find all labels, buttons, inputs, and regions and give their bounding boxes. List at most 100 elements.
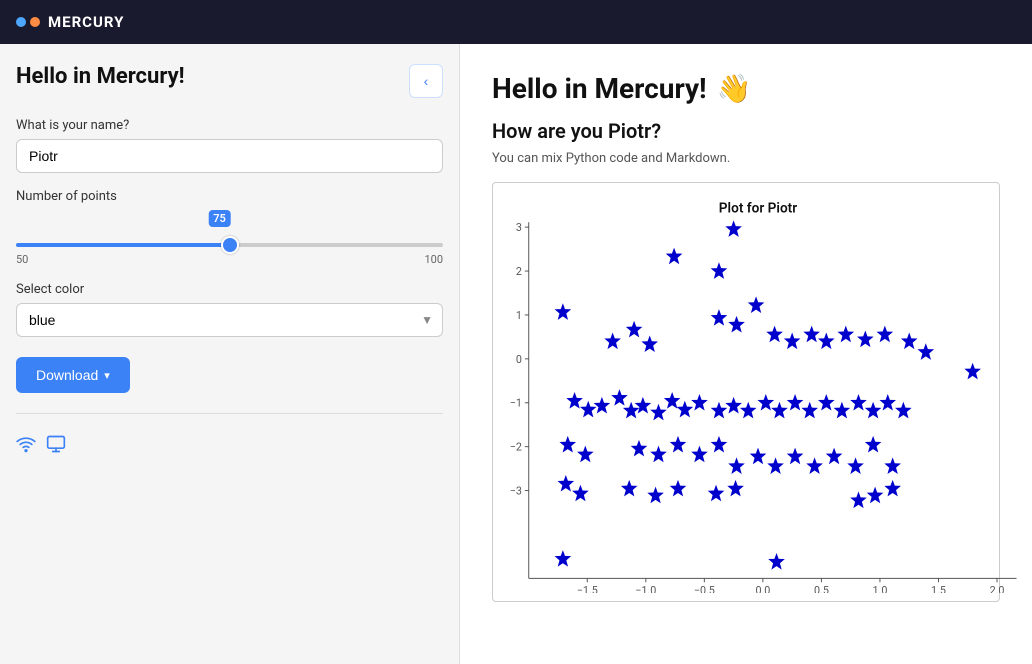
logo-dots xyxy=(16,17,40,27)
content-title: Hello in Mercury! 👋 xyxy=(492,72,1000,105)
svg-text:−3: −3 xyxy=(510,484,522,497)
star-data-point xyxy=(626,321,643,338)
star-data-point xyxy=(784,333,801,350)
nav-title: MERCURY xyxy=(48,13,124,31)
star-data-point xyxy=(801,402,818,419)
star-data-point xyxy=(879,394,896,411)
color-label: Select color xyxy=(16,282,443,297)
caret-down-icon: ▾ xyxy=(104,369,110,382)
star-data-point xyxy=(577,446,594,463)
star-data-point xyxy=(964,363,981,380)
wifi-icon xyxy=(16,434,36,459)
svg-text:−1.0: −1.0 xyxy=(635,584,656,593)
star-data-point xyxy=(650,404,667,421)
star-data-point xyxy=(677,401,694,418)
slider-label: Number of points xyxy=(16,189,443,204)
star-data-point xyxy=(572,485,589,502)
star-data-point xyxy=(834,402,851,419)
star-data-point xyxy=(604,333,621,350)
svg-text:1.5: 1.5 xyxy=(931,584,946,593)
content-area: Hello in Mercury! 👋 How are you Piotr? Y… xyxy=(460,44,1032,664)
star-data-point xyxy=(847,457,864,474)
star-data-point xyxy=(670,480,687,497)
sidebar: Hello in Mercury! ‹ What is your name? N… xyxy=(0,44,460,664)
star-data-point xyxy=(787,394,804,411)
star-data-point xyxy=(559,436,576,453)
color-select[interactable]: blue red green black xyxy=(16,303,443,337)
sidebar-header: Hello in Mercury! ‹ xyxy=(16,64,443,98)
star-data-point xyxy=(787,448,804,465)
svg-text:0.0: 0.0 xyxy=(755,584,770,593)
star-data-point xyxy=(803,326,820,343)
star-data-point xyxy=(708,485,725,502)
star-data-point xyxy=(895,402,912,419)
star-data-point xyxy=(728,457,745,474)
star-data-point xyxy=(728,316,745,333)
name-section: What is your name? xyxy=(16,118,443,173)
color-section: Select color blue red green black ▼ xyxy=(16,282,443,337)
svg-text:−1: −1 xyxy=(510,397,522,410)
slider-range: 50 100 xyxy=(16,253,443,266)
star-data-point xyxy=(884,480,901,497)
star-data-point xyxy=(670,436,687,453)
name-label: What is your name? xyxy=(16,118,443,133)
star-data-point xyxy=(806,457,823,474)
sidebar-title: Hello in Mercury! xyxy=(16,64,185,89)
name-input[interactable] xyxy=(16,139,443,173)
download-button[interactable]: Download ▾ xyxy=(16,357,130,393)
svg-text:2.0: 2.0 xyxy=(990,584,1005,593)
star-data-point xyxy=(691,446,708,463)
svg-text:0.5: 0.5 xyxy=(814,584,829,593)
monitor-icon xyxy=(46,434,66,459)
star-data-point xyxy=(566,392,583,409)
svg-text:0: 0 xyxy=(516,353,522,366)
star-data-point xyxy=(650,446,667,463)
star-data-point xyxy=(850,394,867,411)
chart-container: Plot for Piotr 3 2 1 0 −1 xyxy=(492,182,1000,602)
download-section: Download ▾ xyxy=(16,353,443,393)
sidebar-divider xyxy=(16,413,443,414)
star-data-point xyxy=(635,397,652,414)
star-data-point xyxy=(631,440,648,457)
star-data-point xyxy=(555,303,572,320)
slider-max: 100 xyxy=(424,253,443,266)
star-data-point xyxy=(594,397,611,414)
star-data-point xyxy=(766,326,783,343)
star-data-point xyxy=(666,248,683,265)
dot-orange xyxy=(30,17,40,27)
star-data-point xyxy=(711,262,728,279)
content-desc: You can mix Python code and Markdown. xyxy=(492,151,1000,166)
collapse-button[interactable]: ‹ xyxy=(409,64,443,98)
status-icons xyxy=(16,434,443,459)
navbar: MERCURY xyxy=(0,0,1032,44)
star-data-point xyxy=(826,448,843,465)
svg-text:−0.5: −0.5 xyxy=(694,584,715,593)
scatter-chart: Plot for Piotr 3 2 1 0 −1 xyxy=(493,193,1023,593)
content-title-text: Hello in Mercury! xyxy=(492,72,707,105)
star-data-point xyxy=(767,457,784,474)
svg-text:2: 2 xyxy=(516,265,522,278)
star-data-point xyxy=(901,333,918,350)
star-data-point xyxy=(771,402,788,419)
star-data-point xyxy=(865,402,882,419)
main-layout: Hello in Mercury! ‹ What is your name? N… xyxy=(0,44,1032,664)
svg-text:1.0: 1.0 xyxy=(873,584,888,593)
star-data-point xyxy=(818,394,835,411)
star-data-point xyxy=(621,480,638,497)
star-data-point xyxy=(727,480,744,497)
star-data-point xyxy=(877,326,894,343)
star-data-point xyxy=(918,343,935,360)
dot-blue xyxy=(16,17,26,27)
svg-text:1: 1 xyxy=(516,309,522,322)
svg-text:3: 3 xyxy=(516,221,522,234)
star-data-point xyxy=(558,475,575,492)
star-data-point xyxy=(711,436,728,453)
star-data-point xyxy=(555,550,572,567)
points-slider[interactable] xyxy=(16,243,443,247)
slider-value-label: 75 xyxy=(208,210,231,227)
star-data-point xyxy=(865,436,882,453)
star-data-point xyxy=(867,487,884,504)
star-data-point xyxy=(748,296,765,313)
star-data-point xyxy=(884,457,901,474)
star-data-point xyxy=(850,492,867,509)
